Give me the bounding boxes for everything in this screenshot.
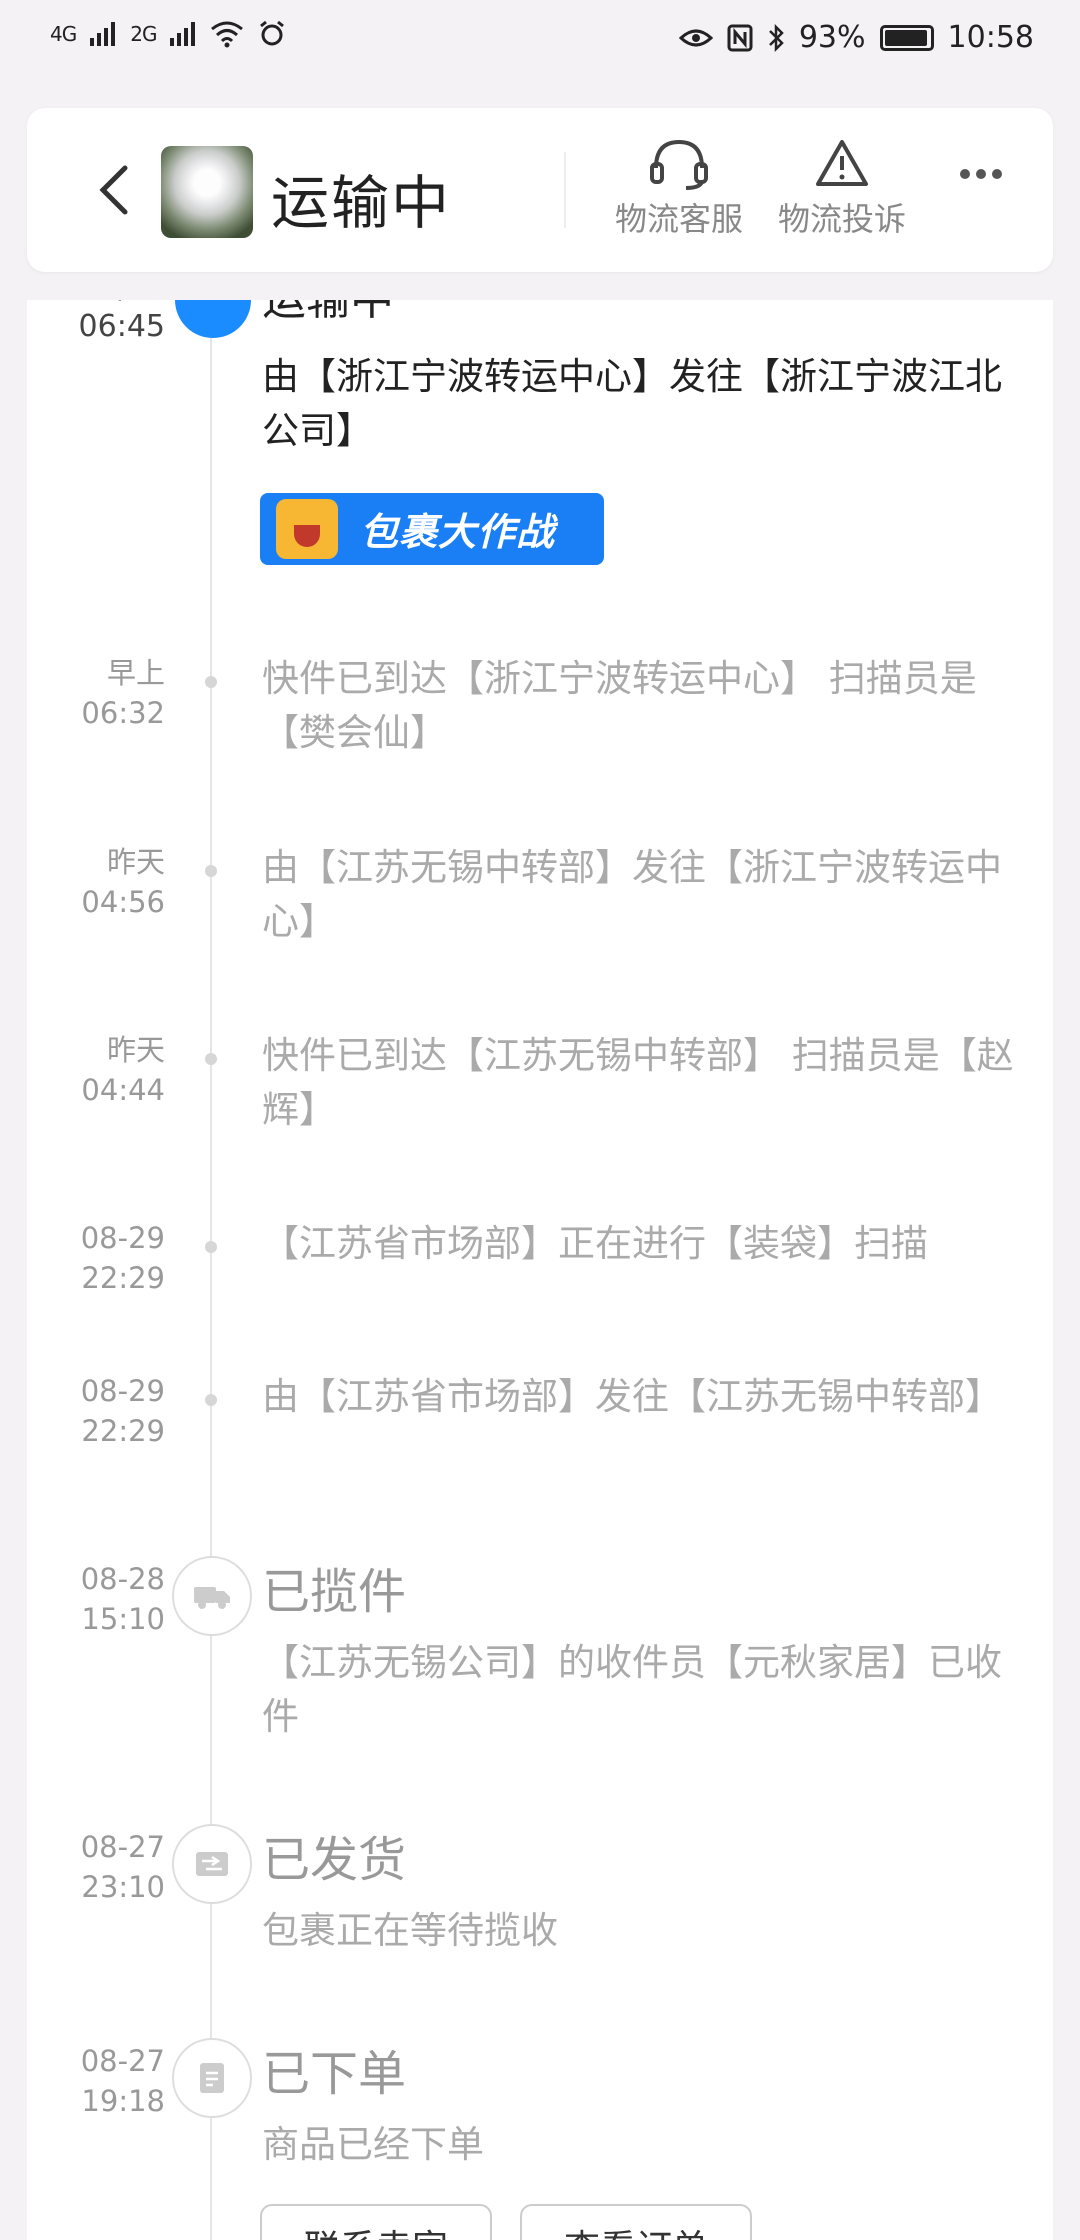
entry-text: 由【江苏无锡中转部】发往【浙江宁波转运中心】 — [262, 846, 1002, 943]
entry-text: 由【江苏省市场部】发往【江苏无锡中转部】 — [262, 1375, 1002, 1418]
mobile-network-label-2: 2G — [130, 22, 157, 46]
entry-time: 22:29 — [81, 1261, 165, 1295]
entry-date: 早上 — [106, 656, 165, 690]
entry-status: 已发货 — [262, 1832, 407, 1888]
entry-date: 08-29 — [80, 1374, 165, 1408]
mobile-network-label-1: 4G — [50, 22, 77, 46]
more-options-button[interactable] — [957, 164, 1017, 214]
mascot-icon — [276, 499, 338, 559]
entry-text: 包裹正在等待揽收 — [262, 1909, 558, 1952]
entry-time: 06:32 — [81, 696, 165, 730]
battery-icon — [879, 24, 934, 51]
entry-time: 23:10 — [81, 1870, 165, 1904]
logistics-complaint-label: 物流投诉 — [777, 200, 906, 238]
eye-icon — [678, 29, 713, 46]
entry-status: 已下单 — [262, 2046, 407, 2102]
entry-text: 快件已到达【浙江宁波转运中心】 扫描员是【樊会仙】 — [262, 657, 977, 754]
battery-percent: 93% — [798, 20, 866, 55]
signal-icon — [90, 22, 116, 46]
timeline-dot — [205, 1241, 217, 1253]
signal-icon — [170, 22, 196, 46]
shop-avatar[interactable] — [161, 146, 253, 238]
entry-date: 08-28 — [80, 1562, 165, 1596]
entry-date: 08-27 — [80, 2044, 165, 2078]
status-bar: 4G 2G 93% 10:58 — [0, 0, 1080, 80]
banner-label: 包裹大作战 — [360, 510, 556, 554]
clock: 10:58 — [947, 20, 1034, 55]
entry-text: 【江苏省市场部】正在进行【装袋】扫描 — [262, 1222, 928, 1265]
entry-text: 【江苏无锡公司】的收件员【元秋家居】已收件 — [262, 1641, 1002, 1738]
entry-text: 商品已经下单 — [262, 2123, 484, 2166]
header-bar: 运输中 物流客服 物流投诉 — [27, 108, 1053, 272]
logistics-complaint-button[interactable]: 物流投诉 — [772, 134, 912, 240]
entry-time: 19:18 — [81, 2084, 165, 2118]
entry-date: 08-29 — [80, 1221, 165, 1255]
chevron-left-icon — [99, 165, 128, 215]
order-document-icon — [172, 2038, 252, 2118]
entry-text: 快件已到达【江苏无锡中转部】 扫描员是【赵辉】 — [262, 1034, 1014, 1131]
entry-time: 04:44 — [81, 1073, 165, 1107]
page-title: 运输中 — [271, 169, 452, 237]
entry-date: 昨天 — [106, 1033, 165, 1067]
back-button[interactable] — [87, 160, 147, 220]
entry-status: 运输中 — [262, 300, 394, 330]
shipped-box-icon — [172, 1824, 252, 1904]
entry-date: 昨天 — [106, 845, 165, 879]
entry-time: 15:10 — [81, 1602, 165, 1636]
timeline-dot — [205, 865, 217, 877]
wifi-icon — [211, 21, 244, 48]
headset-icon — [650, 139, 708, 190]
nfc-icon — [727, 24, 753, 51]
entry-time: 22:29 — [81, 1414, 165, 1448]
alarm-icon — [260, 20, 285, 46]
logistics-service-button[interactable]: 物流客服 — [609, 134, 749, 240]
logistics-timeline: 早上 06:45 运输中 由【浙江宁波转运中心】发往【浙江宁波江北公司】 包裹大… — [27, 300, 1053, 2240]
entry-text: 由【浙江宁波转运中心】发往【浙江宁波江北公司】 — [262, 355, 1002, 452]
timeline-dot — [205, 1053, 217, 1065]
truck-status-icon — [175, 300, 251, 338]
warning-icon — [816, 140, 868, 186]
pickup-truck-icon — [172, 1556, 252, 1636]
divider — [564, 152, 566, 228]
logistics-service-label: 物流客服 — [614, 200, 743, 238]
entry-status: 已揽件 — [262, 1564, 407, 1620]
entry-time: 06:45 — [78, 309, 165, 344]
view-order-button[interactable]: 查看订单 — [520, 2204, 752, 2240]
more-dots-icon — [960, 169, 970, 179]
parcel-battle-banner[interactable]: 包裹大作战 — [260, 493, 604, 565]
timeline-dot — [205, 676, 217, 688]
timeline-line — [210, 300, 212, 2240]
bluetooth-icon — [768, 23, 784, 52]
entry-date: 08-27 — [80, 1830, 165, 1864]
timeline-dot — [205, 1394, 217, 1406]
entry-time: 04:56 — [81, 885, 165, 919]
contact-seller-button[interactable]: 联系卖家 — [260, 2204, 492, 2240]
